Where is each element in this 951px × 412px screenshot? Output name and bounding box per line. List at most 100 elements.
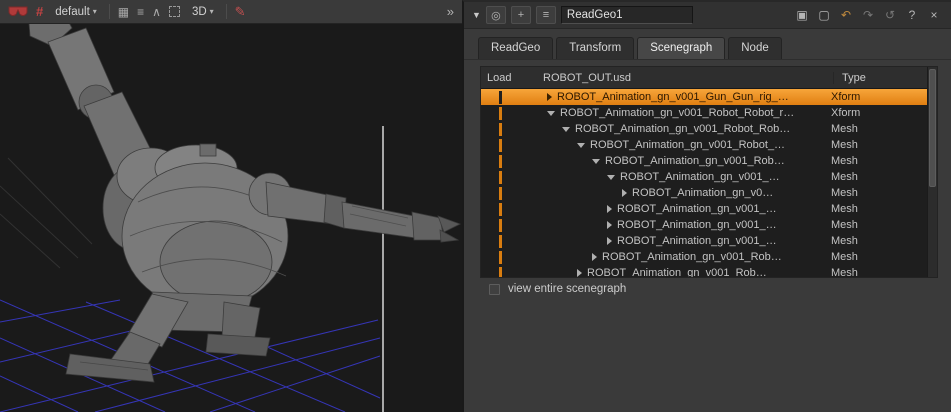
- load-state-bar: [499, 107, 502, 120]
- collapse-arrow-icon[interactable]: [577, 143, 585, 148]
- scenegraph-row[interactable]: ROBOT_Animation_gn_v001_… Mesh: [481, 217, 937, 233]
- scenegraph-row[interactable]: ROBOT_Animation_gn_v001_Rob…Mesh: [481, 153, 937, 169]
- scenegraph-table: Load ROBOT_OUT.usd Type ROBOT_Animation_…: [480, 66, 938, 278]
- column-header-load[interactable]: Load: [481, 72, 537, 84]
- scenegraph-row[interactable]: ROBOT_Animation_gn_v001_… Mesh: [481, 233, 937, 249]
- undo-icon[interactable]: ↶: [837, 7, 855, 24]
- expand-arrow-icon[interactable]: [607, 221, 612, 229]
- collapse-arrow-icon[interactable]: [547, 111, 555, 116]
- node-menu-icon[interactable]: ≡: [536, 6, 556, 24]
- load-indicator[interactable]: [481, 139, 537, 152]
- scenegraph-node-label: ROBOT_Animation_gn_v001_…: [620, 171, 780, 183]
- scenegraph-footer: view entire scenegraph: [489, 283, 626, 295]
- load-indicator[interactable]: [481, 107, 537, 120]
- load-state-bar: [499, 171, 502, 184]
- center-in-viewer-icon[interactable]: ▣: [793, 7, 811, 24]
- scenegraph-node-label: ROBOT_Animation_gn_v001_…: [617, 235, 777, 247]
- viewport-toolbar: # default ▾ ▦ ≡ ∧ 3D ▾ ✎ »: [0, 0, 462, 24]
- toolbar-divider: [109, 4, 110, 19]
- load-state-bar: [499, 123, 502, 136]
- scenegraph-node-label: ROBOT_Animation_gn_v001_Robot_Rob…: [575, 123, 790, 135]
- load-state-bar: [499, 235, 502, 248]
- expand-arrow-icon[interactable]: [607, 237, 612, 245]
- node-color-icon[interactable]: ◎: [486, 6, 506, 24]
- load-indicator[interactable]: [481, 187, 537, 200]
- tab-scenegraph[interactable]: Scenegraph: [637, 37, 725, 59]
- center-in-graph-icon[interactable]: ▢: [815, 7, 833, 24]
- chevron-down-icon: ▾: [210, 7, 214, 16]
- collapse-arrow-icon[interactable]: [592, 159, 600, 164]
- load-indicator[interactable]: [481, 123, 537, 136]
- tab-node[interactable]: Node: [728, 37, 782, 59]
- scenegraph-row[interactable]: ROBOT_Animation_gn_v001_Robot_Rob… Mesh: [481, 121, 937, 137]
- marquee-select-icon[interactable]: [169, 6, 180, 17]
- load-indicator[interactable]: [481, 203, 537, 216]
- curve-icon[interactable]: ∧: [152, 6, 161, 18]
- node-type-label: Mesh: [823, 251, 927, 263]
- load-indicator[interactable]: [481, 155, 537, 168]
- node-type-label: Mesh: [823, 267, 927, 277]
- scenegraph-row[interactable]: ROBOT_Animation_gn_v001_Robot_Robot_r… Xf…: [481, 105, 937, 121]
- expand-arrow-icon[interactable]: [607, 205, 612, 213]
- tab-readgeo[interactable]: ReadGeo: [478, 37, 553, 59]
- redo-icon[interactable]: ↷: [859, 7, 877, 24]
- bars-icon[interactable]: ≡: [137, 6, 144, 18]
- scenegraph-node-label: ROBOT_Animation_gn_v001_…: [617, 203, 777, 215]
- scenegraph-node-label: ROBOT_Animation_gn_v001_Robot_…: [590, 139, 785, 151]
- scenegraph-row[interactable]: ROBOT_Animation_gn_v001_…Mesh: [481, 201, 937, 217]
- load-state-bar: [499, 219, 502, 232]
- viewport-canvas[interactable]: [0, 0, 462, 412]
- scenegraph-node-label: ROBOT_Animation_gn_v001_Gun_Gun_rig_…: [557, 91, 789, 103]
- scenegraph-node-label: ROBOT_Animation_gn_v001_Robot_Robot_r…: [560, 107, 794, 119]
- expand-arrow-icon[interactable]: [547, 93, 552, 101]
- scenegraph-row[interactable]: ROBOT_Animation_gn_v0…Mesh: [481, 185, 937, 201]
- roto-pencil-icon[interactable]: ✎: [235, 4, 246, 20]
- stereo-3d-glasses-icon[interactable]: [8, 6, 28, 18]
- toolbar-overflow-icon[interactable]: »: [447, 4, 454, 19]
- scenegraph-row[interactable]: ROBOT_Animation_gn_v001_Gun_Gun_rig_…Xfo…: [481, 89, 937, 105]
- load-indicator[interactable]: [481, 171, 537, 184]
- revert-icon[interactable]: ↺: [881, 7, 899, 24]
- add-channel-icon[interactable]: +: [511, 6, 531, 24]
- scenegraph-node-label: ROBOT_Animation_gn_v0…: [632, 187, 773, 199]
- scrollbar-thumb[interactable]: [929, 69, 936, 187]
- expand-arrow-icon[interactable]: [592, 253, 597, 261]
- scenegraph-node-label: ROBOT_Animation_gn_v001_…: [617, 219, 777, 231]
- 3d-viewport[interactable]: # default ▾ ▦ ≡ ∧ 3D ▾ ✎ »: [0, 0, 462, 412]
- scenegraph-row[interactable]: ROBOT_Animation_gn_v001_Rob…Mesh: [481, 249, 937, 265]
- vertical-scrollbar[interactable]: [927, 67, 937, 277]
- collapse-arrow-icon[interactable]: [607, 175, 615, 180]
- node-type-label: Mesh: [823, 219, 927, 231]
- viewer-preset-dropdown[interactable]: default ▾: [51, 4, 101, 20]
- scenegraph-rows: ROBOT_Animation_gn_v001_Gun_Gun_rig_… Xfo…: [481, 89, 937, 277]
- view-entire-scenegraph-checkbox[interactable]: [489, 284, 500, 295]
- node-type-label: Mesh: [823, 139, 927, 151]
- load-indicator[interactable]: [481, 91, 537, 104]
- node-type-label: Mesh: [823, 171, 927, 183]
- column-header-type[interactable]: Type: [833, 72, 937, 84]
- load-indicator[interactable]: [481, 251, 537, 264]
- load-indicator[interactable]: [481, 235, 537, 248]
- view-mode-dropdown[interactable]: 3D ▾: [188, 4, 218, 20]
- scenegraph-row[interactable]: ROBOT_Animation_gn_v001_Rob…Mesh: [481, 265, 937, 277]
- close-icon[interactable]: ×: [925, 7, 943, 24]
- grid-hash-icon[interactable]: #: [36, 4, 43, 19]
- grid-display-icon[interactable]: ▦: [118, 6, 129, 18]
- node-name-input[interactable]: [561, 6, 693, 24]
- tab-transform[interactable]: Transform: [556, 37, 634, 59]
- help-icon[interactable]: ?: [903, 7, 921, 24]
- load-indicator[interactable]: [481, 219, 537, 232]
- node-type-label: Mesh: [823, 123, 927, 135]
- scenegraph-row[interactable]: ROBOT_Animation_gn_v001_… Mesh: [481, 169, 937, 185]
- collapse-arrow-icon[interactable]: [562, 127, 570, 132]
- column-header-file[interactable]: ROBOT_OUT.usd: [537, 72, 833, 84]
- scenegraph-row[interactable]: ROBOT_Animation_gn_v001_Robot_… Mesh: [481, 137, 937, 153]
- load-indicator[interactable]: [481, 267, 537, 278]
- node-type-label: Mesh: [823, 155, 927, 167]
- expand-arrow-icon[interactable]: [622, 189, 627, 197]
- load-state-bar: [499, 155, 502, 168]
- node-type-label: Xform: [823, 107, 927, 119]
- expand-arrow-icon[interactable]: [577, 269, 582, 277]
- collapse-panel-icon[interactable]: ▼: [472, 10, 481, 20]
- node-type-label: Mesh: [823, 235, 927, 247]
